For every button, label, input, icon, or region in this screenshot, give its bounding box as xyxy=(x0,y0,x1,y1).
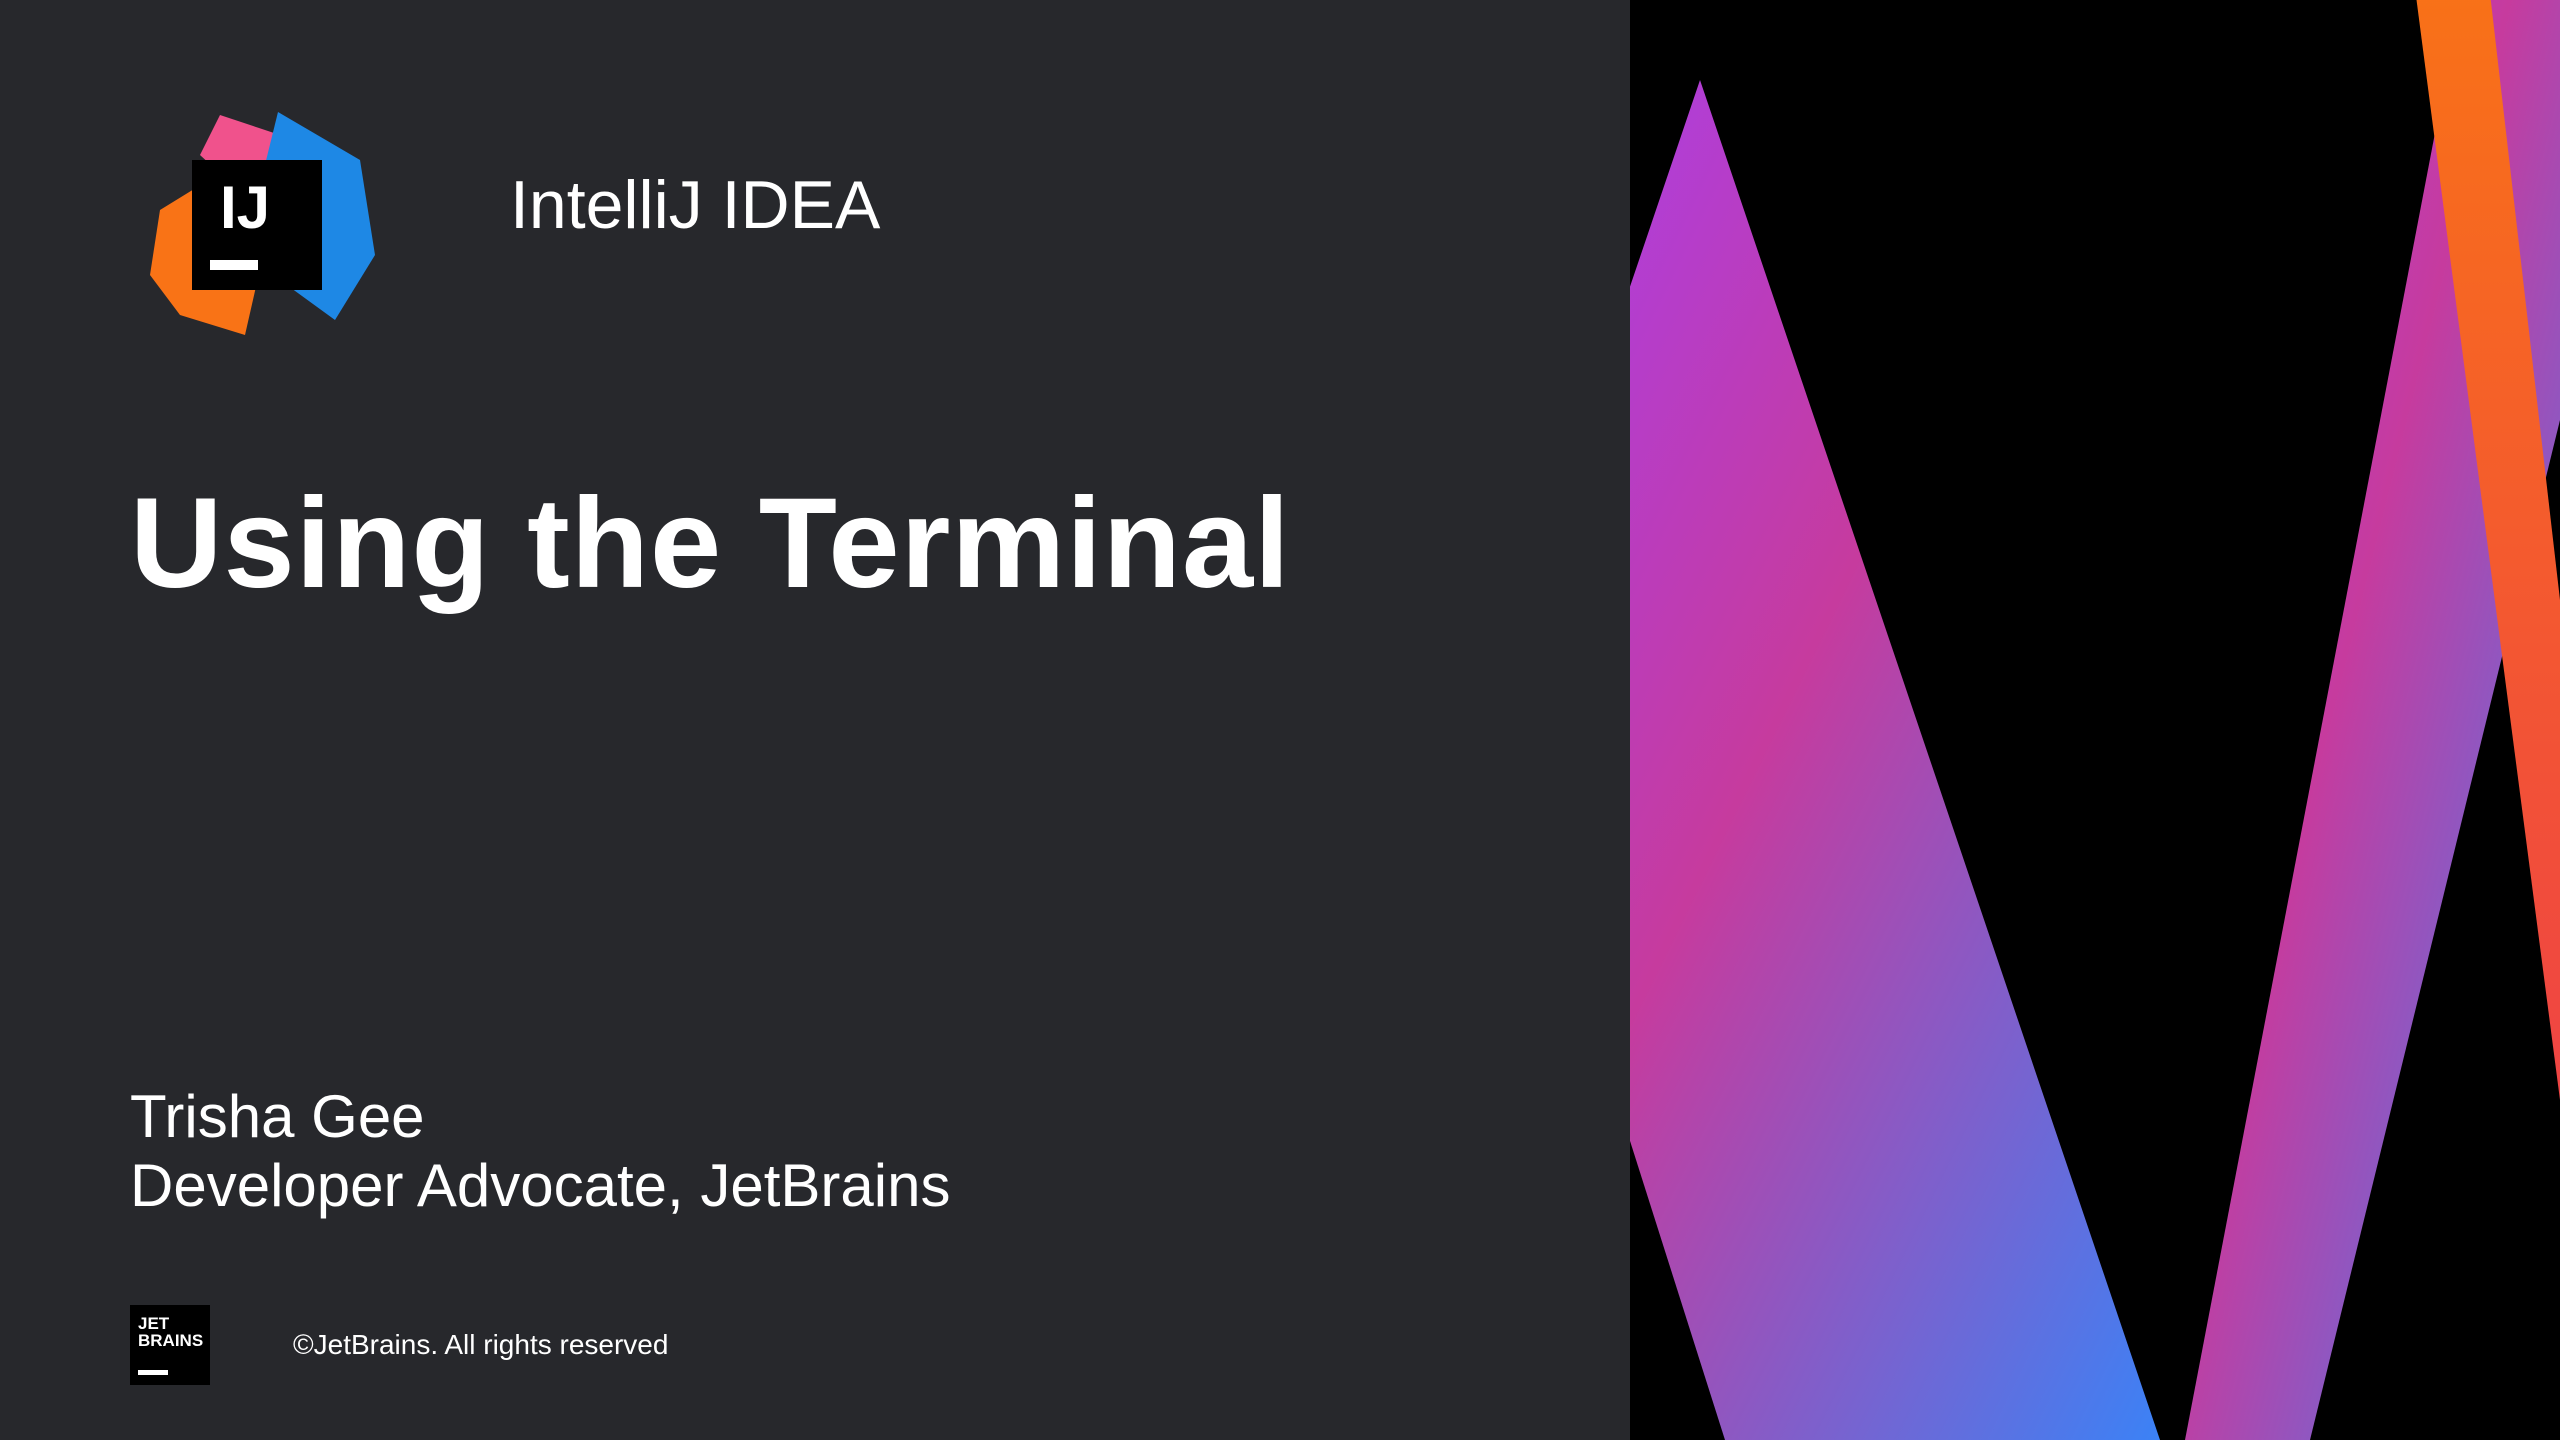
svg-text:IJ: IJ xyxy=(220,174,270,241)
slide-footer: JET BRAINS ©JetBrains. All rights reserv… xyxy=(130,1305,668,1385)
decorative-panel xyxy=(1630,0,2560,1440)
presenter-block: Trisha Gee Developer Advocate, JetBrains xyxy=(130,1082,950,1220)
header-row: IJ IntelliJ IDEA xyxy=(130,100,1500,350)
product-name: IntelliJ IDEA xyxy=(510,166,880,244)
slide-content-panel: IJ IntelliJ IDEA Using the Terminal Tris… xyxy=(0,0,1630,1440)
jetbrains-logo-icon: JET BRAINS xyxy=(130,1305,210,1385)
slide-title: Using the Terminal xyxy=(130,470,1500,617)
presenter-name: Trisha Gee xyxy=(130,1082,950,1151)
copyright-text: ©JetBrains. All rights reserved xyxy=(293,1329,668,1361)
intellij-logo-icon: IJ xyxy=(130,100,380,350)
presenter-title: Developer Advocate, JetBrains xyxy=(130,1151,950,1220)
